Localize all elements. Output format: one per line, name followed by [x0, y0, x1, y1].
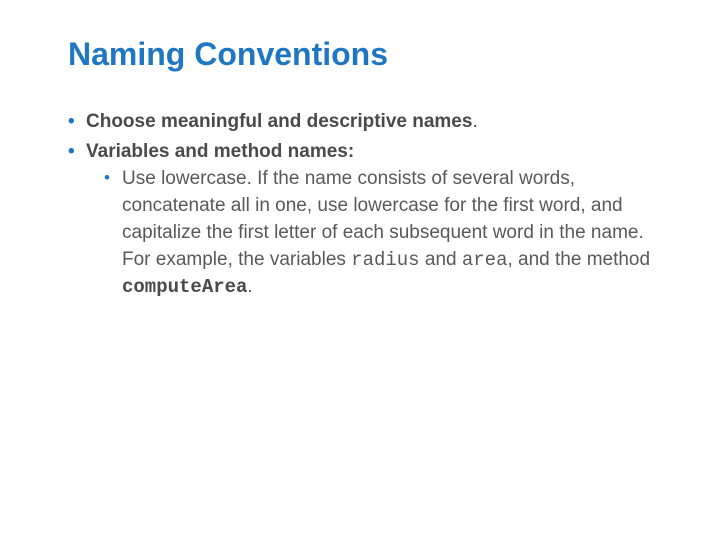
sub-text-mid1: and	[420, 249, 462, 270]
bullet-1-text: Choose meaningful and descriptive names	[86, 111, 472, 132]
code-computearea: computeArea	[122, 276, 247, 298]
sub-text-mid2: , and the method	[507, 249, 650, 270]
code-radius: radius	[351, 249, 419, 271]
sub-bullet-1: Use lowercase. If the name consists of s…	[104, 166, 660, 301]
bullet-list: Choose meaningful and descriptive names.…	[68, 109, 660, 301]
code-area: area	[462, 249, 508, 271]
bullet-item-1: Choose meaningful and descriptive names.	[68, 109, 660, 135]
bullet-1-tail: .	[472, 111, 477, 132]
sub-text-tail: .	[247, 276, 252, 297]
bullet-2-text: Variables and method names:	[86, 141, 354, 162]
slide-title: Naming Conventions	[68, 36, 660, 73]
bullet-item-2: Variables and method names: Use lowercas…	[68, 139, 660, 301]
